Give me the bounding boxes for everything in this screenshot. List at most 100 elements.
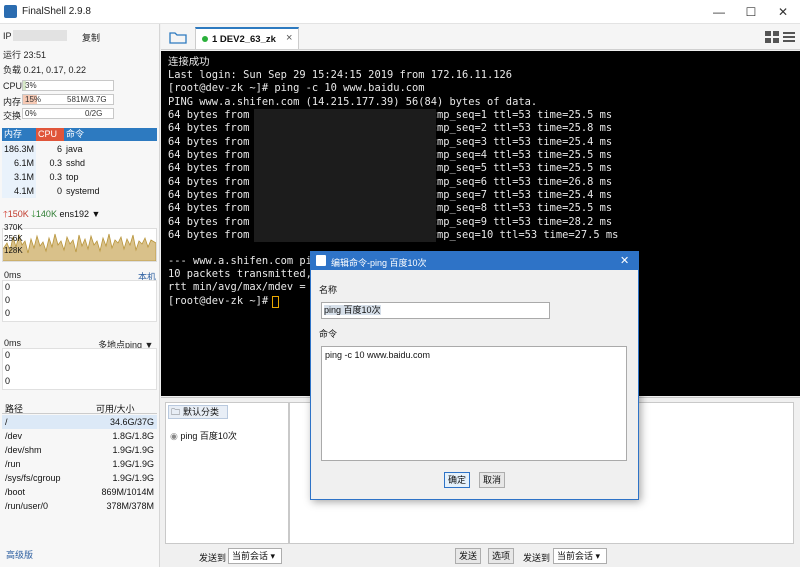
- redacted-ip-block: [254, 109, 436, 242]
- disk-size: 378M/378M: [106, 501, 154, 511]
- latency-tick: 0: [5, 376, 11, 386]
- grid-view-icon[interactable]: [765, 31, 779, 43]
- col-cmd-header[interactable]: 命令: [64, 128, 157, 141]
- folder-icon[interactable]: [169, 30, 187, 44]
- name-input[interactable]: ping 百度10次: [321, 302, 550, 319]
- cpu-meter-value: 3%: [25, 81, 37, 90]
- process-cmd: sshd: [66, 158, 86, 168]
- latency2-label: 0ms: [4, 338, 22, 348]
- play-icon: ◉: [170, 431, 178, 441]
- latency1-label: 0ms: [4, 270, 22, 280]
- disk-path: /run/user/0: [5, 501, 49, 511]
- close-button[interactable]: ✕: [767, 0, 799, 24]
- folder-icon: 🗀: [171, 407, 181, 417]
- latency-tick: 0: [5, 282, 11, 292]
- disk-size: 34.6G/37G: [109, 417, 154, 427]
- latency-tick: 0: [5, 350, 11, 360]
- swap-label: 交换: [3, 111, 22, 121]
- tab-label: 1 DEV2_63_zk: [212, 34, 276, 45]
- mem-meter-detail: 581M/3.7G: [67, 95, 107, 104]
- cancel-button[interactable]: 取消: [479, 472, 505, 488]
- process-cpu: 0.3: [49, 172, 62, 182]
- disk-size: 1.8G/1.8G: [112, 431, 154, 441]
- col-mem-header[interactable]: 内存: [2, 128, 36, 141]
- terminal-line: [root@dev-zk ~]# ping -c 10 www.baidu.co…: [168, 82, 425, 94]
- table-row[interactable]: /dev/shm 1.9G/1.9G: [2, 443, 157, 457]
- terminal-line: rtt min/avg/max/mdev =: [168, 281, 306, 293]
- dialog-title-bar: 编辑命令-ping 百度10次 ✕: [311, 252, 638, 270]
- process-mem: 186.3M: [2, 142, 36, 156]
- command-item[interactable]: ◉ ping 百度10次: [170, 429, 237, 442]
- session-select-left[interactable]: 当前会话 ▾: [228, 548, 282, 564]
- net-interface-select[interactable]: ens192 ▼: [59, 209, 100, 219]
- disk-size: 869M/1014M: [101, 487, 154, 497]
- app-icon: [4, 5, 17, 18]
- col-path-header[interactable]: 路径: [5, 402, 23, 415]
- dialog-close-icon[interactable]: ✕: [620, 254, 629, 267]
- uptime-text: 运行 23:51: [3, 50, 47, 60]
- command-tree: 🗀 默认分类 ◉ ping 百度10次: [165, 402, 289, 544]
- table-row[interactable]: /boot 869M/1014M: [2, 485, 157, 499]
- table-row[interactable]: / 34.6G/37G: [2, 415, 157, 429]
- options-button[interactable]: 选项: [488, 548, 514, 564]
- swap-meter-value: 0%: [25, 109, 37, 118]
- tab-session[interactable]: 1 DEV2_63_zk ×: [195, 27, 299, 49]
- send-button[interactable]: 发送: [455, 548, 481, 564]
- terminal-line: 连接成功: [168, 56, 210, 68]
- edit-command-dialog: 编辑命令-ping 百度10次 ✕ 名称 ping 百度10次 命令 ping …: [310, 251, 639, 500]
- ip-value-redacted: [13, 30, 67, 41]
- latency-tick: 0: [5, 295, 11, 305]
- table-row[interactable]: 6.1M 0.3 sshd: [2, 156, 157, 170]
- table-row[interactable]: /dev 1.8G/1.8G: [2, 429, 157, 443]
- session-select-right[interactable]: 当前会话 ▾: [553, 548, 607, 564]
- dialog-title: 编辑命令-ping 百度10次: [331, 258, 427, 268]
- command-textarea[interactable]: ping -c 10 www.baidu.com: [321, 346, 627, 461]
- disk-size: 1.9G/1.9G: [112, 445, 154, 455]
- table-row[interactable]: 4.1M 0 systemd: [2, 184, 157, 198]
- terminal-line: --- www.a.shifen.com pi: [168, 255, 312, 267]
- latency2-chart: 0 0 0: [2, 348, 157, 390]
- process-cmd: top: [66, 172, 79, 182]
- copy-ip-button[interactable]: 复制: [82, 31, 100, 44]
- list-view-icon[interactable]: [783, 31, 795, 43]
- java-icon: [316, 255, 326, 266]
- net-upload: 150K: [7, 209, 29, 219]
- command-label: 命令: [319, 329, 338, 339]
- network-graph: [2, 233, 157, 262]
- chevron-down-icon: ▾: [270, 551, 276, 561]
- disk-path: /sys/fs/cgroup: [5, 473, 61, 483]
- col-size-header[interactable]: 可用/大小: [96, 402, 135, 415]
- category-label: 默认分类: [183, 407, 220, 417]
- process-mem: 6.1M: [2, 156, 36, 170]
- category-default[interactable]: 🗀 默认分类: [168, 405, 228, 419]
- net-download: 140K: [35, 209, 57, 219]
- table-row[interactable]: 3.1M 0.3 top: [2, 170, 157, 184]
- session-select-value: 当前会话: [232, 551, 269, 561]
- chevron-down-icon: ▾: [595, 551, 601, 561]
- disk-path: /dev/shm: [5, 445, 42, 455]
- terminal-cursor: [272, 296, 279, 308]
- table-row[interactable]: /run 1.9G/1.9G: [2, 457, 157, 471]
- latency1-chart: 0 0 0: [2, 280, 157, 322]
- load-text: 负载 0.21, 0.17, 0.22: [3, 65, 87, 75]
- session-select-value: 当前会话: [557, 551, 594, 561]
- process-cpu: 6: [56, 144, 62, 154]
- cpu-label: CPU: [3, 81, 23, 91]
- ok-button[interactable]: 确定: [444, 472, 470, 488]
- app-title: FinalShell 2.9.8: [22, 6, 91, 17]
- advanced-edition-link[interactable]: 高级版: [6, 548, 33, 561]
- maximize-button[interactable]: ☐: [735, 0, 767, 24]
- name-input-value: ping 百度10次: [324, 305, 381, 315]
- process-cpu: 0.3: [49, 158, 62, 168]
- send-to-label: 发送到: [523, 553, 551, 563]
- terminal-line: PING www.a.shifen.com (14.215.177.39) 56…: [168, 96, 538, 108]
- table-row[interactable]: /run/user/0 378M/378M: [2, 499, 157, 513]
- table-row[interactable]: /sys/fs/cgroup 1.9G/1.9G: [2, 471, 157, 485]
- swap-meter-detail: 0/2G: [85, 109, 103, 118]
- tab-close-icon[interactable]: ×: [286, 32, 292, 44]
- minimize-button[interactable]: —: [703, 0, 735, 24]
- connected-status-icon: [202, 36, 208, 42]
- table-row[interactable]: 186.3M 6 java: [2, 142, 157, 156]
- col-cpu-header[interactable]: CPU: [36, 128, 64, 141]
- disk-path: /: [5, 417, 8, 427]
